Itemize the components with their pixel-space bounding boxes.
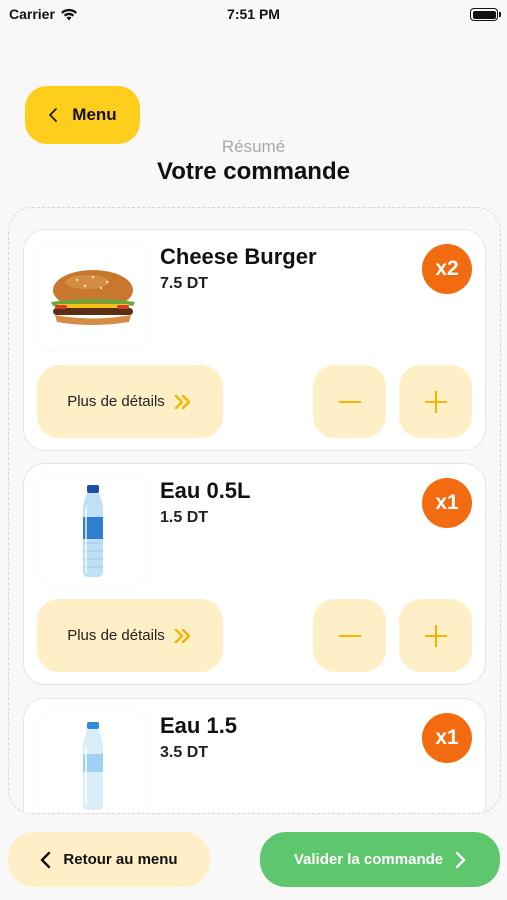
item-price: 7.5 DT xyxy=(160,275,209,292)
decrease-quantity-button[interactable] xyxy=(313,599,386,672)
quantity-badge: x2 xyxy=(422,244,472,294)
back-to-menu-button[interactable]: Retour au menu xyxy=(8,832,210,887)
validate-order-label: Valider la commande xyxy=(293,851,444,868)
double-chevron-right-icon xyxy=(174,394,190,409)
details-button-label: Plus de détails xyxy=(67,393,165,410)
order-list[interactable]: Cheese Burger 7.5 DT x2 Plus de détails xyxy=(8,207,501,814)
minus-icon xyxy=(338,634,361,637)
back-to-menu-label: Retour au menu xyxy=(63,851,178,868)
minus-icon xyxy=(338,400,361,403)
battery-icon xyxy=(470,8,501,21)
status-time: 7:51 PM xyxy=(227,6,280,22)
page-subtitle: Résumé xyxy=(221,137,286,156)
order-item-card: Cheese Burger 7.5 DT x2 Plus de détails xyxy=(23,229,486,451)
double-chevron-right-icon xyxy=(174,628,190,643)
item-price: 3.5 DT xyxy=(160,744,209,761)
menu-button[interactable]: Menu xyxy=(25,86,140,144)
page-title: Votre commande xyxy=(157,158,350,185)
chevron-left-icon xyxy=(41,851,51,868)
order-item-card: Eau 0.5L 1.5 DT x1 Plus de détails xyxy=(23,463,486,685)
decrease-quantity-button[interactable] xyxy=(313,365,386,438)
details-button-label: Plus de détails xyxy=(67,627,165,644)
item-price: 1.5 DT xyxy=(160,509,209,526)
plus-icon xyxy=(424,390,447,413)
menu-button-label: Menu xyxy=(72,105,117,124)
burger-image xyxy=(39,243,146,350)
order-item-card: Eau 1.5 3.5 DT x1 xyxy=(23,698,486,813)
water-bottle-image xyxy=(39,477,146,584)
increase-quantity-button[interactable] xyxy=(399,599,472,672)
details-button[interactable]: Plus de détails xyxy=(37,365,223,438)
increase-quantity-button[interactable] xyxy=(399,365,472,438)
item-name: Eau 1.5 xyxy=(160,713,238,738)
large-water-bottle-image xyxy=(39,712,146,813)
quantity-badge: x1 xyxy=(422,713,472,763)
item-name: Eau 0.5L xyxy=(160,478,251,503)
quantity-badge: x1 xyxy=(422,478,472,528)
plus-icon xyxy=(424,624,447,647)
details-button[interactable]: Plus de détails xyxy=(37,599,223,672)
chevron-right-icon xyxy=(455,851,466,868)
item-name: Cheese Burger xyxy=(160,244,317,269)
status-bar: Carrier 7:51 PM xyxy=(0,0,507,30)
chevron-left-icon xyxy=(49,108,58,122)
validate-order-button[interactable]: Valider la commande xyxy=(260,832,500,887)
